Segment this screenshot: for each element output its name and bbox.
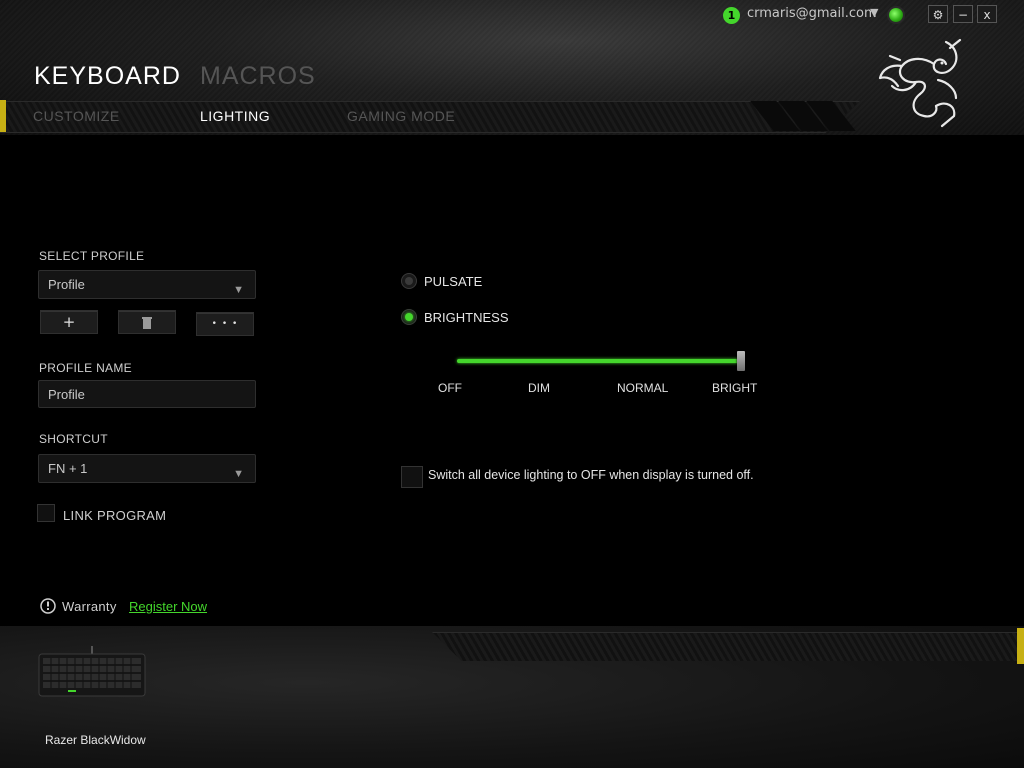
keyboard-device-icon[interactable] <box>38 646 146 698</box>
profile-name-label: PROFILE NAME <box>39 361 132 375</box>
display-off-label: Switch all device lighting to OFF when d… <box>428 468 754 482</box>
pulsate-radio[interactable] <box>401 273 417 289</box>
pulsate-label: PULSATE <box>424 274 483 289</box>
minimize-button[interactable]: − <box>953 5 973 23</box>
brightness-level-normal: NORMAL <box>617 381 669 395</box>
tab-keyboard[interactable]: KEYBOARD <box>34 62 181 91</box>
select-profile-label: SELECT PROFILE <box>39 249 145 263</box>
warranty-label: Warranty <box>62 599 117 614</box>
footer-accent <box>1017 628 1024 664</box>
subtab-gaming-mode[interactable]: GAMING MODE <box>347 108 455 124</box>
subtab-customize[interactable]: CUSTOMIZE <box>33 108 120 124</box>
brightness-level-off: OFF <box>438 381 462 395</box>
brightness-level-dim: DIM <box>528 381 550 395</box>
profile-dropdown[interactable]: Profile ▼ <box>38 270 256 299</box>
gear-icon: ⚙ <box>932 8 944 22</box>
brightness-radio[interactable] <box>401 309 417 325</box>
settings-button[interactable]: ⚙ <box>928 5 948 23</box>
tab-macros[interactable]: MACROS <box>200 62 316 91</box>
device-name[interactable]: Razer BlackWidow <box>45 733 146 747</box>
brightness-slider-handle[interactable] <box>737 351 745 371</box>
subnav-accent <box>0 100 6 132</box>
notification-badge[interactable]: 1 <box>723 7 740 24</box>
user-email[interactable]: crmaris@gmail.com <box>747 6 877 21</box>
online-status-icon <box>889 8 903 22</box>
add-profile-button[interactable]: + <box>40 310 98 334</box>
brightness-label: BRIGHTNESS <box>424 310 509 325</box>
shortcut-dropdown-value: FN + 1 <box>48 461 88 476</box>
display-off-checkbox[interactable] <box>401 466 423 488</box>
razer-snake-icon <box>878 38 962 128</box>
register-now-link[interactable]: Register Now <box>129 599 207 614</box>
link-program-label: LINK PROGRAM <box>63 508 167 523</box>
link-program-checkbox[interactable] <box>37 504 55 522</box>
brightness-level-bright: BRIGHT <box>712 381 758 395</box>
subtab-lighting[interactable]: LIGHTING <box>200 108 270 124</box>
trash-icon <box>142 316 152 329</box>
shortcut-label: SHORTCUT <box>39 432 108 446</box>
account-chevron-down-icon[interactable]: ▼ <box>870 6 878 19</box>
chevron-down-icon: ▼ <box>233 468 244 480</box>
warranty-icon <box>40 598 56 614</box>
close-button[interactable]: x <box>977 5 997 23</box>
chevron-down-icon: ▼ <box>233 284 244 296</box>
profile-name-input[interactable] <box>38 380 256 408</box>
minimize-icon: − <box>957 8 969 22</box>
more-options-button[interactable]: • • • <box>196 312 254 336</box>
shortcut-dropdown[interactable]: FN + 1 ▼ <box>38 454 256 483</box>
footer-strip <box>432 632 1024 661</box>
close-icon: x <box>983 8 991 22</box>
brightness-slider-fill <box>457 359 741 363</box>
profile-dropdown-value: Profile <box>48 277 85 292</box>
delete-profile-button[interactable] <box>118 310 176 334</box>
